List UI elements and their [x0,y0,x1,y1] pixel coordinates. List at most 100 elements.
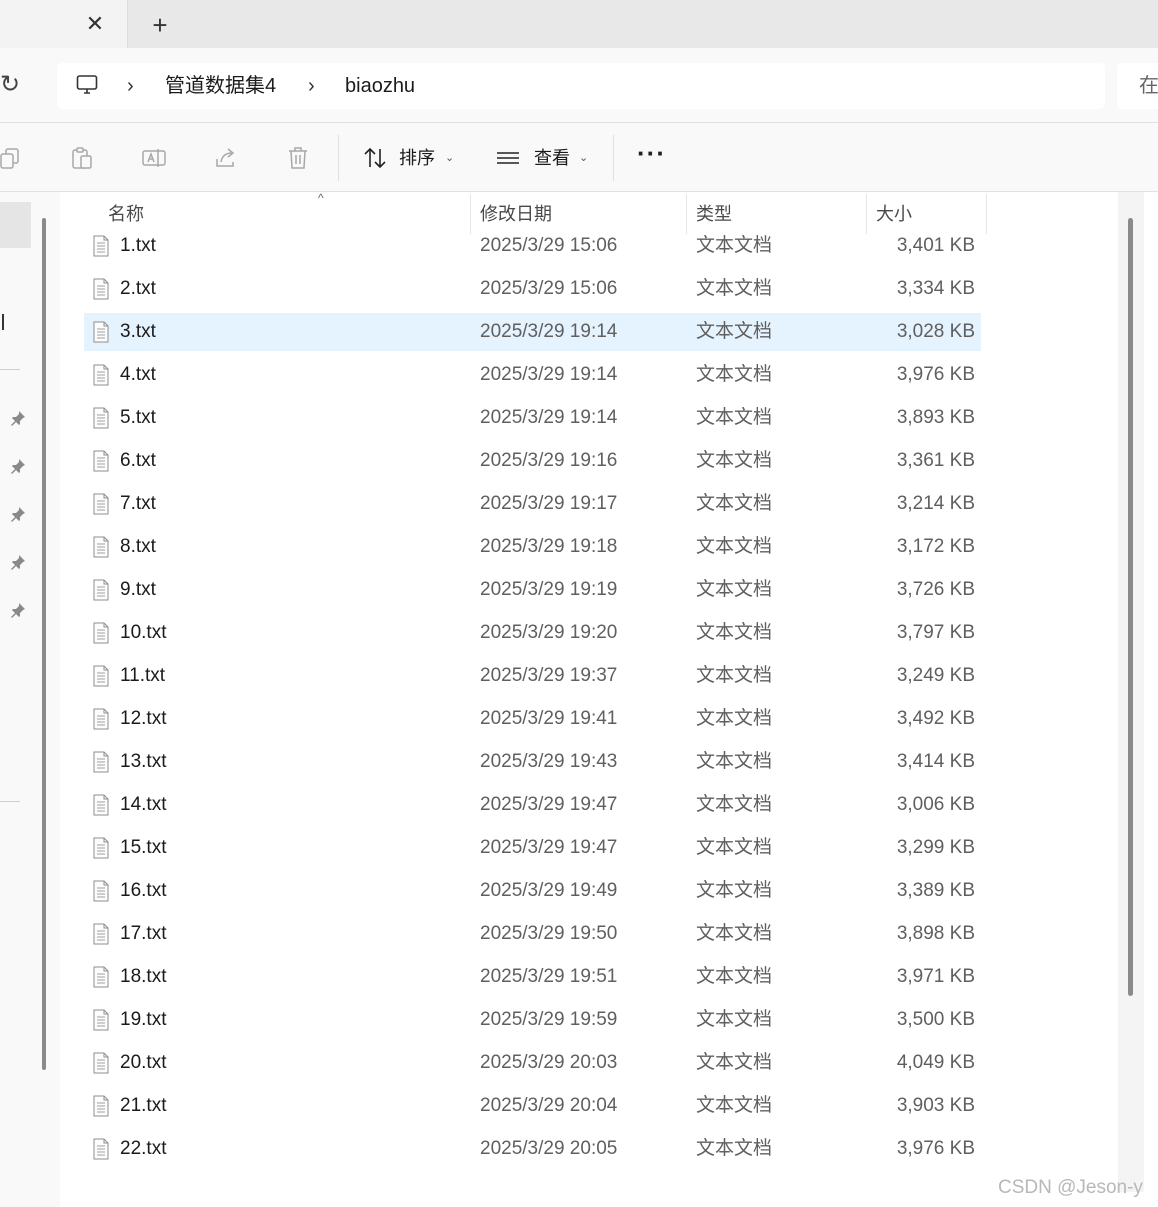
column-header-date-label: 修改日期 [480,204,552,224]
file-row[interactable]: 5.txt 2025/3/29 19:14 文本文档 3,893 KB [84,399,981,437]
file-size: 3,249 KB [896,665,975,686]
file-row[interactable]: 14.txt 2025/3/29 19:47 文本文档 3,006 KB [84,786,981,824]
navigation-pane[interactable] [0,192,60,1207]
file-size: 3,401 KB [896,235,975,256]
pin-icon[interactable] [10,602,26,618]
file-row[interactable]: 13.txt 2025/3/29 19:43 文本文档 3,414 KB [84,743,981,781]
text-file-icon [93,837,109,859]
file-row[interactable]: 20.txt 2025/3/29 20:03 文本文档 4,049 KB [84,1044,981,1082]
file-name: 16.txt [120,880,167,901]
file-list-scrollbar[interactable] [1118,192,1144,1192]
file-size: 3,389 KB [896,880,975,901]
this-pc-icon[interactable] [75,73,99,97]
file-date: 2025/3/29 19:18 [480,536,618,557]
file-row[interactable]: 9.txt 2025/3/29 19:19 文本文档 3,726 KB [84,571,981,609]
pin-icon[interactable] [10,458,26,474]
file-type: 文本文档 [696,407,773,428]
file-row[interactable]: 21.txt 2025/3/29 20:04 文本文档 3,903 KB [84,1087,981,1125]
refresh-icon[interactable]: ↻ [0,72,24,98]
file-name: 1.txt [120,235,156,256]
view-button[interactable]: 查看 ⌄ [495,140,595,176]
search-input[interactable]: 在 [1117,63,1158,109]
file-size: 3,334 KB [896,278,975,299]
file-size: 3,500 KB [896,1009,975,1030]
text-file-icon [93,536,109,558]
chevron-down-icon: ⌄ [579,152,589,164]
file-row[interactable]: 19.txt 2025/3/29 19:59 文本文档 3,500 KB [84,1001,981,1039]
pin-icon[interactable] [10,506,26,522]
file-type: 文本文档 [696,923,773,944]
new-tab-button[interactable]: + [148,12,172,38]
file-row[interactable]: 18.txt 2025/3/29 19:51 文本文档 3,971 KB [84,958,981,996]
file-size: 4,049 KB [896,1052,975,1073]
text-file-icon [93,708,109,730]
nav-item-selected[interactable] [0,202,31,248]
pin-icon[interactable] [10,410,26,426]
file-row[interactable]: 7.txt 2025/3/29 19:17 文本文档 3,214 KB [84,485,981,523]
rename-icon[interactable] [141,145,167,171]
file-type: 文本文档 [696,837,773,858]
file-type: 文本文档 [696,235,773,256]
file-name: 22.txt [120,1138,167,1159]
file-row[interactable]: 1.txt 2025/3/29 15:06 文本文档 3,401 KB [84,227,981,265]
file-date: 2025/3/29 19:43 [480,751,618,772]
file-row[interactable]: 15.txt 2025/3/29 19:47 文本文档 3,299 KB [84,829,981,867]
file-date: 2025/3/29 19:47 [480,794,618,815]
file-row[interactable]: 17.txt 2025/3/29 19:50 文本文档 3,898 KB [84,915,981,953]
text-file-icon [93,1009,109,1031]
file-row[interactable]: 22.txt 2025/3/29 20:05 文本文档 3,976 KB [84,1130,981,1168]
file-size: 3,976 KB [896,364,975,385]
file-size: 3,361 KB [896,450,975,471]
file-row[interactable]: 16.txt 2025/3/29 19:49 文本文档 3,389 KB [84,872,981,910]
close-tab-icon[interactable]: ✕ [84,12,106,36]
file-name: 7.txt [120,493,156,514]
breadcrumb-parent-folder[interactable]: 管道数据集4 [165,73,276,99]
copy-icon[interactable] [0,145,24,171]
pin-icon[interactable] [10,554,26,570]
tab-current-folder[interactable]: ✕ [0,0,128,48]
file-row[interactable]: 4.txt 2025/3/29 19:14 文本文档 3,976 KB [84,356,981,394]
file-type: 文本文档 [696,794,773,815]
file-size: 3,898 KB [896,923,975,944]
scrollbar-thumb[interactable] [1128,218,1133,996]
text-file-icon [93,1095,109,1117]
file-name: 3.txt [120,321,156,342]
address-bar[interactable]: › 管道数据集4 › biaozhu [57,63,1105,109]
file-list: 名称 ^ 修改日期 类型 大小 1.txt 2025/3/29 15:06 文本文档… [60,192,1118,1207]
paste-icon[interactable] [69,145,95,171]
file-name: 9.txt [120,579,156,600]
file-size: 3,971 KB [896,966,975,987]
file-row[interactable]: 10.txt 2025/3/29 19:20 文本文档 3,797 KB [84,614,981,652]
sort-button[interactable]: 排序 ⌄ [362,140,462,176]
view-label: 查看 [534,148,570,168]
nav-scrollbar[interactable] [42,218,46,1070]
view-icon [497,152,519,164]
file-size: 3,028 KB [896,321,975,342]
breadcrumb-separator[interactable]: › [127,75,134,97]
column-resize-handle[interactable] [986,194,987,234]
file-row[interactable]: 11.txt 2025/3/29 19:37 文本文档 3,249 KB [84,657,981,695]
file-name: 11.txt [120,665,166,686]
watermark: CSDN @Jeson-y [998,1177,1143,1198]
file-date: 2025/3/29 19:41 [480,708,618,729]
column-header-type-label: 类型 [696,204,732,224]
file-row[interactable]: 8.txt 2025/3/29 19:18 文本文档 3,172 KB [84,528,981,566]
breadcrumb-separator[interactable]: › [308,75,315,97]
file-date: 2025/3/29 19:14 [480,407,618,428]
text-file-icon [93,235,109,257]
nav-item-label-fragment[interactable] [2,314,4,330]
chevron-down-icon: ⌄ [445,152,455,164]
delete-icon[interactable] [285,145,311,171]
more-options-button[interactable]: ··· [637,140,665,171]
file-type: 文本文档 [696,450,773,471]
file-size: 3,414 KB [896,751,975,772]
file-row[interactable]: 6.txt 2025/3/29 19:16 文本文档 3,361 KB [84,442,981,480]
file-row[interactable]: 3.txt 2025/3/29 19:14 文本文档 3,028 KB [84,313,981,351]
breadcrumb-current-folder[interactable]: biaozhu [345,73,415,99]
file-row[interactable]: 2.txt 2025/3/29 15:06 文本文档 3,334 KB [84,270,981,308]
share-icon[interactable] [213,145,239,171]
file-row[interactable]: 12.txt 2025/3/29 19:41 文本文档 3,492 KB [84,700,981,738]
file-type: 文本文档 [696,622,773,643]
file-date: 2025/3/29 15:06 [480,235,618,256]
file-type: 文本文档 [696,364,773,385]
